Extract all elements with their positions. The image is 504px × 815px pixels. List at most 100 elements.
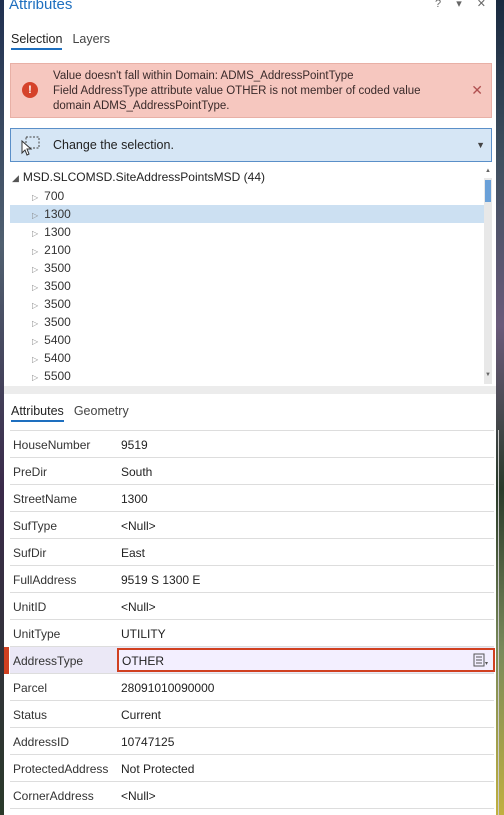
attribute-name: SufType: [13, 519, 58, 533]
attribute-row[interactable]: Parcel 28091010090000: [10, 674, 494, 701]
attribute-name: StreetName: [13, 492, 78, 506]
attribute-name: Status: [13, 708, 48, 722]
attribute-row[interactable]: AddressType OTHER: [4, 647, 495, 674]
pane-splitter[interactable]: [4, 386, 496, 394]
attribute-value[interactable]: East: [121, 546, 145, 560]
chevron-down-icon: ▼: [476, 140, 485, 150]
attribute-row[interactable]: AddressID 10747125: [10, 728, 494, 755]
selection-tool-icon: [21, 136, 40, 156]
attribute-value-editor[interactable]: OTHER: [117, 648, 495, 672]
collapse-triangle-icon[interactable]: ◢: [12, 173, 19, 183]
value-picker-icon[interactable]: [473, 653, 489, 669]
tree-root[interactable]: ◢ MSD.SLCOMSD.SiteAddressPointsMSD (44): [12, 170, 265, 184]
attribute-row[interactable]: SufType <Null>: [10, 512, 494, 539]
tree-items: ▷ 700 ▷ 1300 ▷ 1300 ▷ 2100 ▷ 3500 ▷ 3500 ▷ 3500 ▷ 3500 ▷…: [10, 187, 484, 384]
tree-item-label: 1300: [44, 207, 71, 221]
attribute-table: HouseNumber 9519 PreDir South StreetName 1300…: [4, 430, 495, 809]
attribute-row[interactable]: ProtectedAddress Not Protected: [10, 755, 494, 782]
tree-item[interactable]: ▷ 1300: [10, 223, 484, 241]
tree-scrollbar[interactable]: [484, 178, 492, 384]
attribute-value[interactable]: Not Protected: [121, 762, 194, 776]
tree-item-label: 3500: [44, 279, 71, 293]
attribute-value[interactable]: Current: [121, 708, 161, 722]
tree-item[interactable]: ▷ 5400: [10, 349, 484, 367]
tree-item-label: 2100: [44, 243, 71, 257]
attribute-value[interactable]: 9519 S 1300 E: [121, 573, 200, 587]
attribute-row[interactable]: UnitID <Null>: [10, 593, 494, 620]
attribute-row[interactable]: Status Current: [10, 701, 494, 728]
attribute-row[interactable]: SufDir East: [10, 539, 494, 566]
attribute-value[interactable]: UTILITY: [121, 627, 166, 641]
selection-tree: ◢ MSD.SLCOMSD.SiteAddressPointsMSD (44) ▷…: [10, 168, 492, 384]
scroll-down-icon[interactable]: ▼: [484, 372, 492, 378]
pane-titlebar: Attributes ? ▾ ✕: [4, 0, 496, 14]
tree-item[interactable]: ▷ 2100: [10, 241, 484, 259]
tree-item[interactable]: ▷ 3500: [10, 277, 484, 295]
attribute-value[interactable]: 10747125: [121, 735, 174, 749]
attribute-row[interactable]: UnitType UTILITY: [10, 620, 494, 647]
selection-dropdown-label: Change the selection.: [53, 138, 174, 152]
table-border: [498, 430, 499, 815]
attribute-name: ProtectedAddress: [13, 762, 109, 776]
tree-item[interactable]: ▷ 5400: [10, 331, 484, 349]
scroll-up-icon[interactable]: ▲: [484, 168, 492, 174]
attribute-name: FullAddress: [13, 573, 77, 587]
tab-attributes[interactable]: Attributes: [11, 404, 64, 422]
tab-geometry[interactable]: Geometry: [74, 404, 129, 422]
attribute-value: OTHER: [122, 654, 164, 668]
attribute-row[interactable]: StreetName 1300: [10, 485, 494, 512]
change-selection-dropdown[interactable]: Change the selection. ▼: [10, 128, 492, 162]
attribute-name: Parcel: [13, 681, 48, 695]
tree-item-label: 700: [44, 189, 65, 203]
tree-item[interactable]: ▷ 1300: [10, 205, 484, 223]
tree-item[interactable]: ▷ 5500: [10, 367, 484, 384]
error-icon: !: [22, 82, 38, 98]
tree-item[interactable]: ▷ 3500: [10, 295, 484, 313]
attribute-value[interactable]: <Null>: [121, 600, 156, 614]
tree-item-label: 3500: [44, 261, 71, 275]
attribute-name: HouseNumber: [13, 438, 91, 452]
tree-item-label: 3500: [44, 297, 71, 311]
attribute-row[interactable]: HouseNumber 9519: [10, 431, 494, 458]
pane-title: Attributes: [9, 0, 73, 13]
attribute-value[interactable]: 9519: [121, 438, 148, 452]
tree-item[interactable]: ▷ 700: [10, 187, 484, 205]
scrollbar-thumb[interactable]: [485, 180, 491, 202]
tree-item-label: 3500: [44, 315, 71, 329]
expand-triangle-icon[interactable]: ▷: [32, 369, 38, 384]
attribute-value[interactable]: <Null>: [121, 789, 156, 803]
error-close-icon[interactable]: ✕: [471, 82, 483, 99]
title-icons[interactable]: ? ▾ ✕: [435, 0, 492, 10]
tree-root-label: MSD.SLCOMSD.SiteAddressPointsMSD (44): [22, 170, 265, 184]
attribute-name: AddressID: [13, 735, 70, 749]
attributes-pane: Attributes ? ▾ ✕ Selection Layers ! Valu…: [4, 0, 499, 815]
error-line-2: Field AddressType attribute value OTHER …: [53, 85, 421, 112]
attribute-name: UnitType: [13, 627, 61, 641]
attribute-row[interactable]: CornerAddress <Null>: [10, 782, 494, 809]
tree-item-label: 5400: [44, 351, 71, 365]
attribute-name: CornerAddress: [13, 789, 94, 803]
tab-selection[interactable]: Selection: [11, 32, 63, 50]
top-tabs: Selection Layers: [11, 32, 110, 50]
tree-item[interactable]: ▷ 3500: [10, 259, 484, 277]
error-message: Value doesn't fall within Domain: ADMS_A…: [53, 69, 433, 114]
attribute-value[interactable]: 1300: [121, 492, 148, 506]
error-line-1: Value doesn't fall within Domain: ADMS_A…: [53, 70, 354, 82]
attribute-tabs: Attributes Geometry: [11, 404, 129, 422]
attribute-name: SufDir: [13, 546, 47, 560]
tree-item-label: 5400: [44, 333, 71, 347]
error-banner: ! Value doesn't fall within Domain: ADMS…: [10, 63, 492, 118]
attribute-row[interactable]: PreDir South: [10, 458, 494, 485]
attribute-name: AddressType: [13, 654, 84, 668]
attribute-value[interactable]: South: [121, 465, 152, 479]
attribute-value[interactable]: <Null>: [121, 519, 156, 533]
tab-layers[interactable]: Layers: [72, 32, 110, 50]
tree-item[interactable]: ▷ 3500: [10, 313, 484, 331]
attribute-row[interactable]: FullAddress 9519 S 1300 E: [10, 566, 494, 593]
tree-item-label: 5500: [44, 369, 71, 383]
attribute-value[interactable]: 28091010090000: [121, 681, 214, 695]
attribute-name: UnitID: [13, 600, 47, 614]
error-marker: [4, 647, 9, 674]
attribute-name: PreDir: [13, 465, 48, 479]
tree-item-label: 1300: [44, 225, 71, 239]
